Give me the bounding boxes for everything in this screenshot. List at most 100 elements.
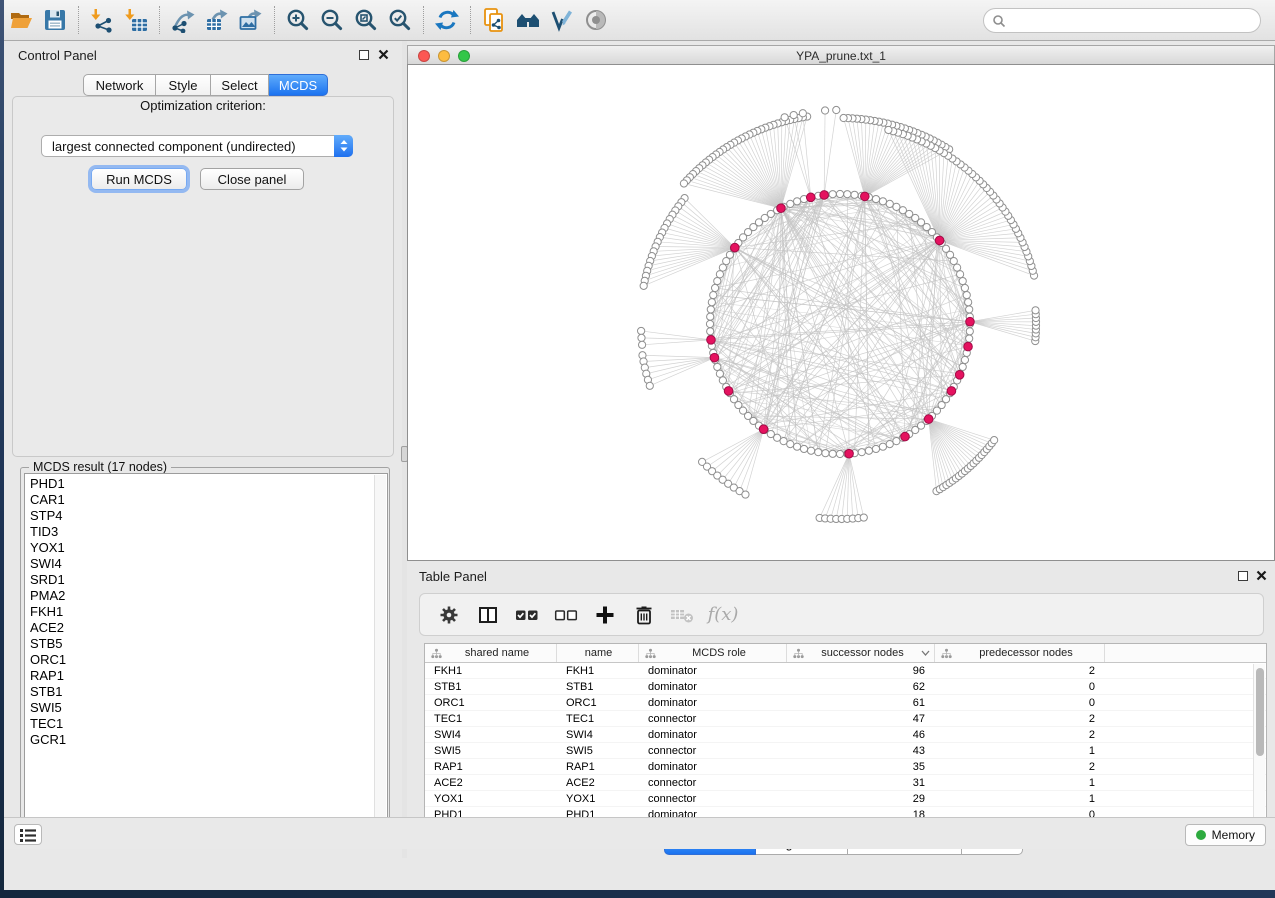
column-header-mcds-role[interactable]: MCDS role	[639, 644, 787, 662]
optimization-criterion-select[interactable]: largest connected component (undirected)	[41, 135, 353, 157]
memory-label: Memory	[1212, 828, 1255, 842]
settings-gear-icon[interactable]	[434, 600, 464, 630]
result-item[interactable]: CAR1	[30, 492, 387, 508]
result-list-scrollbar[interactable]	[374, 475, 386, 834]
import-network-icon[interactable]	[85, 4, 119, 36]
tab-network[interactable]: Network	[83, 74, 156, 96]
export-network-icon[interactable]	[166, 4, 200, 36]
result-item[interactable]: STP4	[30, 508, 387, 524]
table-row[interactable]: SWI4SWI4dominator462	[425, 727, 1266, 743]
optimization-criterion-label: Optimization criterion:	[4, 98, 402, 113]
table-row[interactable]: TEC1TEC1connector472	[425, 711, 1266, 727]
zoom-fit-icon[interactable]	[349, 4, 383, 36]
cell-predecessor-nodes: 2	[935, 663, 1105, 678]
float-panel-icon[interactable]	[357, 48, 370, 61]
zoom-in-icon[interactable]	[281, 4, 315, 36]
table-row[interactable]: YOX1YOX1connector291	[425, 791, 1266, 807]
cell-shared-name: ORC1	[425, 695, 557, 710]
main-toolbar	[4, 0, 1275, 41]
cell-shared-name: FKH1	[425, 663, 557, 678]
column-header-name[interactable]: name	[557, 644, 639, 662]
memory-status-icon	[1196, 830, 1206, 840]
search-input[interactable]	[1006, 9, 1260, 32]
task-history-icon[interactable]	[14, 824, 42, 845]
toolbar-separator	[78, 6, 79, 34]
table-row[interactable]: STB1STB1dominator620	[425, 679, 1266, 695]
control-panel-title: Control Panel	[18, 48, 97, 63]
deselect-all-checkboxes-icon[interactable]	[551, 600, 581, 630]
search-icon	[992, 14, 1006, 28]
select-all-checkboxes-icon[interactable]	[512, 600, 542, 630]
table-panel-title: Table Panel	[419, 569, 487, 584]
cell-name: ACE2	[557, 775, 639, 790]
tab-mcds[interactable]: MCDS	[269, 74, 328, 96]
result-item[interactable]: FKH1	[30, 604, 387, 620]
show-graphics-details-icon[interactable]	[579, 4, 613, 36]
open-folder-icon[interactable]	[4, 4, 38, 36]
network-view-panel: YPA_prune.txt_1	[407, 41, 1275, 561]
table-row[interactable]: ACE2ACE2connector311	[425, 775, 1266, 791]
cell-successor-nodes: 29	[787, 791, 935, 806]
result-item[interactable]: TID3	[30, 524, 387, 540]
result-item[interactable]: ACE2	[30, 620, 387, 636]
result-item[interactable]: GCR1	[30, 732, 387, 748]
export-table-icon[interactable]	[200, 4, 234, 36]
add-column-icon[interactable]	[590, 600, 620, 630]
delete-column-icon[interactable]	[629, 600, 659, 630]
tab-style[interactable]: Style	[156, 74, 211, 96]
search-network-icon[interactable]	[511, 4, 545, 36]
cell-successor-nodes: 47	[787, 711, 935, 726]
network-canvas[interactable]	[407, 64, 1275, 561]
cell-mcds-role: dominator	[639, 695, 787, 710]
result-item[interactable]: PMA2	[30, 588, 387, 604]
close-panel-button[interactable]: Close panel	[200, 168, 304, 190]
table-scrollbar-thumb[interactable]	[1256, 668, 1264, 756]
node-table[interactable]: shared namenameMCDS rolesuccessor nodesp…	[424, 643, 1267, 828]
cell-predecessor-nodes: 0	[935, 695, 1105, 710]
table-row[interactable]: RAP1RAP1dominator352	[425, 759, 1266, 775]
save-icon[interactable]	[38, 4, 72, 36]
close-panel-icon[interactable]	[377, 48, 390, 61]
import-table-icon[interactable]	[119, 4, 153, 36]
float-table-panel-icon[interactable]	[1236, 569, 1249, 582]
close-table-panel-icon[interactable]	[1255, 569, 1268, 582]
tab-select[interactable]: Select	[211, 74, 269, 96]
open-network-document-icon[interactable]	[477, 4, 511, 36]
column-header-shared-name[interactable]: shared name	[425, 644, 557, 662]
result-item[interactable]: SWI4	[30, 556, 387, 572]
vizmapper-icon[interactable]	[545, 4, 579, 36]
refresh-icon[interactable]	[430, 4, 464, 36]
cell-mcds-role: dominator	[639, 679, 787, 694]
cell-predecessor-nodes: 1	[935, 743, 1105, 758]
status-bar: Memory	[4, 817, 1275, 849]
memory-button[interactable]: Memory	[1185, 824, 1266, 846]
result-item[interactable]: SWI5	[30, 700, 387, 716]
result-item[interactable]: STB1	[30, 684, 387, 700]
column-header-successor-nodes[interactable]: successor nodes	[787, 644, 935, 662]
mcds-result-list[interactable]: PHD1CAR1STP4TID3YOX1SWI4SRD1PMA2FKH1ACE2…	[24, 473, 388, 834]
table-row[interactable]: FKH1FKH1dominator962	[425, 663, 1266, 679]
network-window-titlebar[interactable]: YPA_prune.txt_1	[407, 45, 1275, 64]
cell-name: SWI4	[557, 727, 639, 742]
table-row[interactable]: SWI5SWI5connector431	[425, 743, 1266, 759]
result-item[interactable]: RAP1	[30, 668, 387, 684]
cell-shared-name: TEC1	[425, 711, 557, 726]
result-item[interactable]: STB5	[30, 636, 387, 652]
delete-table-icon[interactable]	[668, 600, 698, 630]
result-item[interactable]: SRD1	[30, 572, 387, 588]
table-scrollbar[interactable]	[1253, 664, 1265, 827]
cell-mcds-role: connector	[639, 775, 787, 790]
zoom-selected-icon[interactable]	[383, 4, 417, 36]
toolbar-separator	[274, 6, 275, 34]
table-row[interactable]: ORC1ORC1dominator610	[425, 695, 1266, 711]
column-header-predecessor-nodes[interactable]: predecessor nodes	[935, 644, 1105, 662]
result-item[interactable]: YOX1	[30, 540, 387, 556]
zoom-out-icon[interactable]	[315, 4, 349, 36]
show-column-icon[interactable]	[473, 600, 503, 630]
run-mcds-button[interactable]: Run MCDS	[91, 168, 187, 190]
export-image-icon[interactable]	[234, 4, 268, 36]
result-item[interactable]: TEC1	[30, 716, 387, 732]
function-builder-icon[interactable]: f(x)	[707, 600, 737, 630]
result-item[interactable]: PHD1	[30, 476, 387, 492]
result-item[interactable]: ORC1	[30, 652, 387, 668]
